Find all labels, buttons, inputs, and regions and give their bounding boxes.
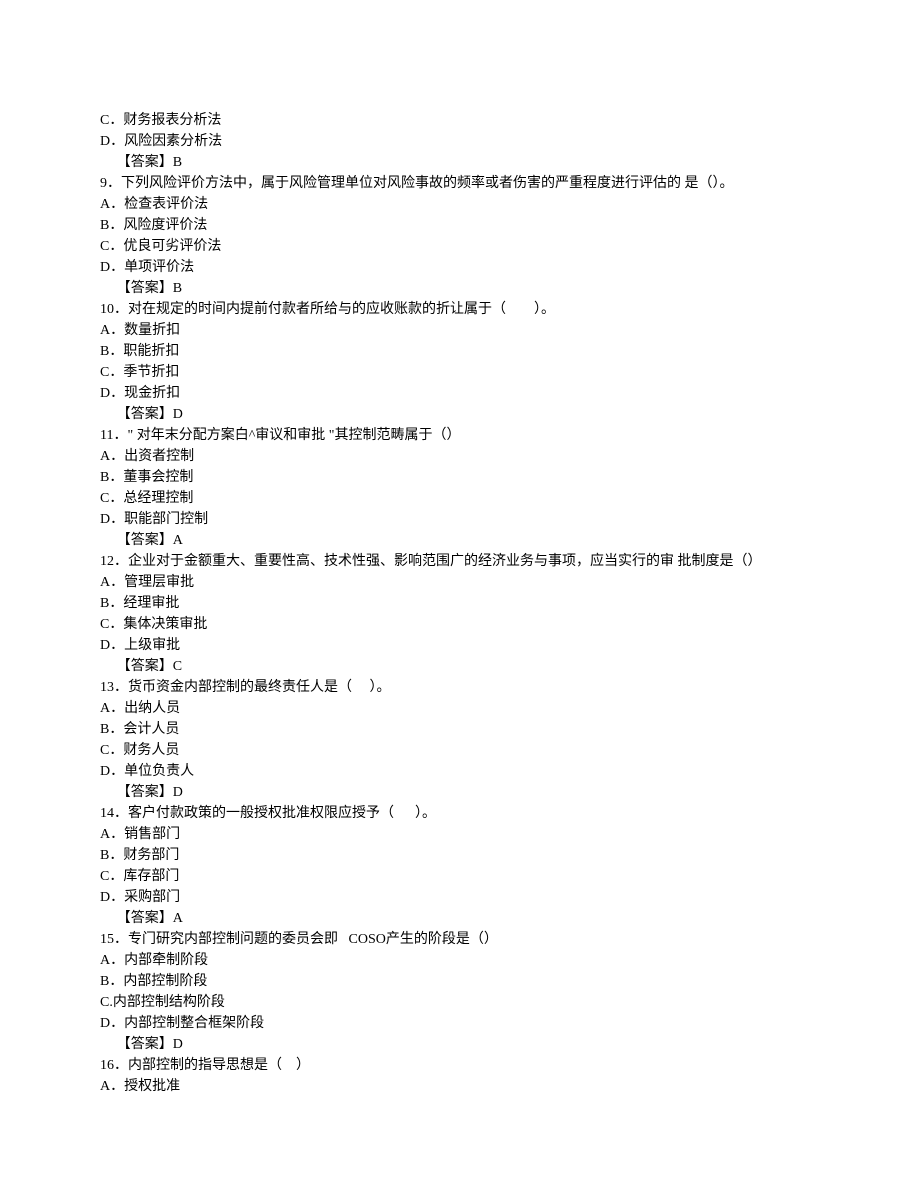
text-line: 【答案】B <box>100 152 820 173</box>
text-line: A．出纳人员 <box>100 698 820 719</box>
text-line: C．总经理控制 <box>100 488 820 509</box>
text-line: C．季节折扣 <box>100 362 820 383</box>
text-line: D．单位负责人 <box>100 761 820 782</box>
text-line: B．风险度评价法 <box>100 215 820 236</box>
text-line: D．风险因素分析法 <box>100 131 820 152</box>
text-line: 【答案】D <box>100 1034 820 1055</box>
text-line: C.内部控制结构阶段 <box>100 992 820 1013</box>
text-line: B．财务部门 <box>100 845 820 866</box>
text-line: A．授权批准 <box>100 1076 820 1097</box>
text-line: D．上级审批 <box>100 635 820 656</box>
text-line: B．内部控制阶段 <box>100 971 820 992</box>
text-line: C．集体决策审批 <box>100 614 820 635</box>
text-line: 11．" 对年末分配方案白^审议和审批 "其控制范畴属于（） <box>100 425 820 446</box>
text-line: C．财务报表分析法 <box>100 110 820 131</box>
text-line: 9．下列风险评价方法中，属于风险管理单位对风险事故的频率或者伤害的严重程度进行评… <box>100 173 820 194</box>
text-line: A．销售部门 <box>100 824 820 845</box>
text-line: 【答案】A <box>100 908 820 929</box>
text-line: A．出资者控制 <box>100 446 820 467</box>
text-line: B．经理审批 <box>100 593 820 614</box>
text-line: C．库存部门 <box>100 866 820 887</box>
text-line: 12．企业对于金额重大、重要性高、技术性强、影响范围广的经济业务与事项，应当实行… <box>100 551 820 572</box>
text-line: 14．客户付款政策的一般授权批准权限应授予（ ）。 <box>100 803 820 824</box>
text-line: C．财务人员 <box>100 740 820 761</box>
text-line: 10．对在规定的时间内提前付款者所给与的应收账款的折让属于（ ）。 <box>100 299 820 320</box>
text-line: D．职能部门控制 <box>100 509 820 530</box>
text-line: D．采购部门 <box>100 887 820 908</box>
text-line: 【答案】C <box>100 656 820 677</box>
text-line: 【答案】D <box>100 782 820 803</box>
text-line: C．优良可劣评价法 <box>100 236 820 257</box>
text-line: 【答案】B <box>100 278 820 299</box>
text-line: A．内部牵制阶段 <box>100 950 820 971</box>
text-line: D．现金折扣 <box>100 383 820 404</box>
text-line: 【答案】D <box>100 404 820 425</box>
text-line: B．职能折扣 <box>100 341 820 362</box>
document-content: C．财务报表分析法D．风险因素分析法【答案】B9．下列风险评价方法中，属于风险管… <box>100 110 820 1097</box>
text-line: A．管理层审批 <box>100 572 820 593</box>
text-line: 13．货币资金内部控制的最终责任人是（ ）。 <box>100 677 820 698</box>
text-line: B．会计人员 <box>100 719 820 740</box>
text-line: A．数量折扣 <box>100 320 820 341</box>
text-line: 【答案】A <box>100 530 820 551</box>
text-line: D．单项评价法 <box>100 257 820 278</box>
text-line: 15．专门研究内部控制问题的委员会即 COSO产生的阶段是（） <box>100 929 820 950</box>
text-line: D．内部控制整合框架阶段 <box>100 1013 820 1034</box>
text-line: B．董事会控制 <box>100 467 820 488</box>
text-line: A．检查表评价法 <box>100 194 820 215</box>
text-line: 16．内部控制的指导思想是（ ） <box>100 1055 820 1076</box>
